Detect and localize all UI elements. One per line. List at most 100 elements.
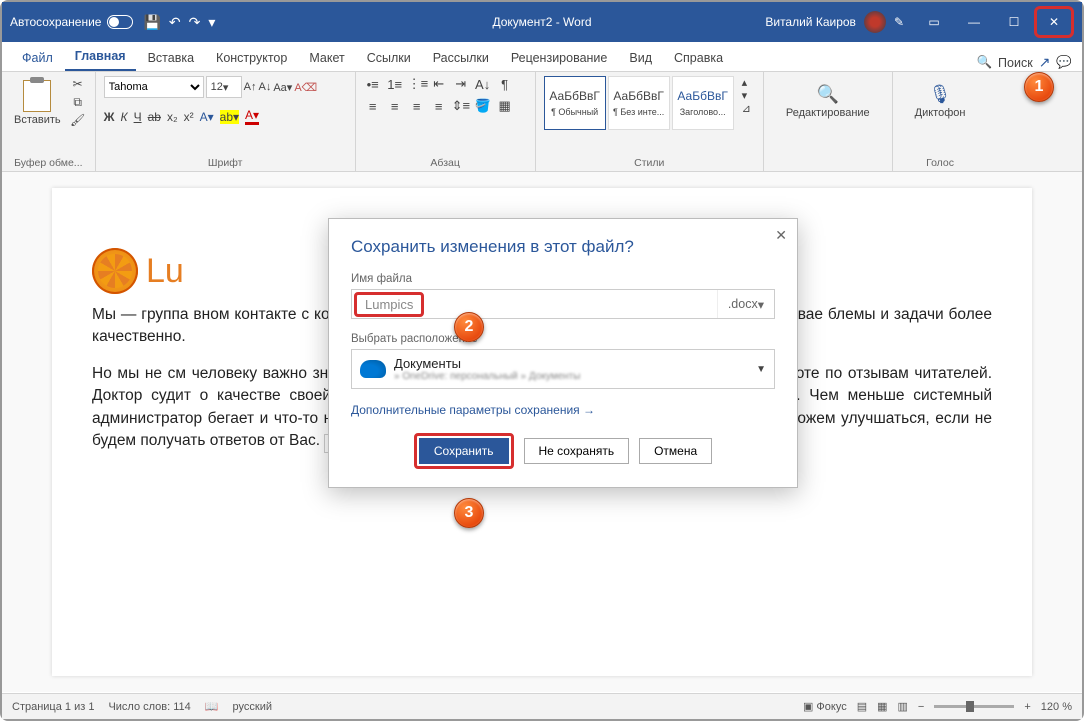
font-color-icon[interactable]: A▾ [245, 108, 259, 125]
styles-more-icon[interactable]: ⊿ [742, 102, 751, 115]
file-ext-select[interactable]: .docx ▾ [717, 290, 774, 318]
font-size-select[interactable]: 12 ▾ [206, 76, 242, 98]
zoom-in-icon[interactable]: + [1024, 701, 1030, 713]
zoom-out-icon[interactable]: − [918, 701, 924, 713]
share-icon[interactable]: ↗ [1039, 54, 1051, 71]
align-left-icon[interactable]: ≡ [364, 99, 382, 114]
highlight-icon[interactable]: ab▾ [220, 110, 239, 124]
tab-references[interactable]: Ссылки [357, 45, 421, 71]
view-read-icon[interactable]: ▦ [877, 700, 887, 713]
zoom-value[interactable]: 120 % [1041, 701, 1072, 713]
voice-label[interactable]: Диктофон [915, 107, 966, 119]
change-case-icon[interactable]: Aa▾ [273, 81, 292, 94]
quick-access-toolbar: 💾 ↶ ↷ ▾ [143, 14, 215, 31]
tab-review[interactable]: Рецензирование [501, 45, 618, 71]
subscript-button[interactable]: x₂ [167, 110, 178, 124]
filename-input[interactable]: Lumpics [365, 297, 413, 312]
more-options-link[interactable]: Дополнительные параметры сохранения → [351, 403, 595, 417]
align-center-icon[interactable]: ≡ [386, 99, 404, 114]
superscript-button[interactable]: x² [184, 110, 194, 124]
focus-mode[interactable]: ▣ Фокус [803, 700, 847, 713]
style-no-spacing[interactable]: АаБбВвГ ¶ Без инте... [608, 76, 670, 130]
qat-customize-icon[interactable]: ▾ [208, 14, 215, 31]
tab-file[interactable]: Файл [12, 45, 63, 71]
close-button[interactable]: ✕ [1034, 6, 1074, 38]
tab-mailings[interactable]: Рассылки [423, 45, 499, 71]
word-count[interactable]: Число слов: 114 [108, 701, 190, 713]
tab-home[interactable]: Главная [65, 43, 136, 71]
view-print-icon[interactable]: ▤ [857, 700, 867, 713]
paste-label: Вставить [14, 114, 61, 126]
font-name-select[interactable]: Tahoma [104, 76, 204, 98]
strike-button[interactable]: ab [148, 110, 161, 124]
user-area[interactable]: Виталий Каиров ✎ [765, 11, 904, 33]
tab-insert[interactable]: Вставка [138, 45, 204, 71]
grow-font-icon[interactable]: A↑ [244, 81, 257, 93]
spellcheck-icon[interactable]: 📖 [205, 700, 219, 713]
style-heading1[interactable]: АаБбВвГ Заголово... [672, 76, 734, 130]
maximize-button[interactable]: ☐ [994, 6, 1034, 38]
dialog-buttons: Сохранить Не сохранять Отмена [351, 433, 775, 469]
minimize-button[interactable]: — [954, 6, 994, 38]
find-icon[interactable]: 🔍 [817, 84, 839, 105]
search-label[interactable]: Поиск [998, 56, 1033, 70]
ribbon-mode-icon[interactable]: ▭ [914, 6, 954, 38]
coming-soon-icon[interactable]: ✎ [894, 15, 904, 29]
document-title: Документ2 - Word [492, 15, 591, 29]
borders-icon[interactable]: ▦ [496, 98, 514, 114]
tab-design[interactable]: Конструктор [206, 45, 297, 71]
page-indicator[interactable]: Страница 1 из 1 [12, 701, 94, 713]
avatar[interactable] [864, 11, 886, 33]
title-bar: Автосохранение 💾 ↶ ↷ ▾ Документ2 - Word … [2, 2, 1082, 42]
bullets-icon[interactable]: •≡ [364, 77, 382, 92]
cancel-button[interactable]: Отмена [639, 438, 712, 464]
comments-icon[interactable]: 💬 [1056, 55, 1072, 70]
style-normal[interactable]: АаБбВвГ ¶ Обычный [544, 76, 606, 130]
styles-down-icon[interactable]: ▾ [742, 89, 751, 102]
sort-icon[interactable]: A↓ [474, 77, 492, 92]
dialog-close-button[interactable]: ✕ [775, 227, 787, 244]
clipboard-label: Буфер обме... [10, 155, 87, 169]
bold-button[interactable]: Ж [104, 110, 115, 124]
cut-icon[interactable]: ✂ [69, 76, 87, 92]
language-indicator[interactable]: русский [233, 701, 272, 713]
tab-view[interactable]: Вид [619, 45, 662, 71]
save-icon[interactable]: 💾 [143, 14, 160, 31]
decrease-indent-icon[interactable]: ⇤ [430, 76, 448, 92]
multilevel-icon[interactable]: ⋮≡ [408, 76, 426, 92]
dont-save-button[interactable]: Не сохранять [524, 438, 630, 464]
increase-indent-icon[interactable]: ⇥ [452, 76, 470, 92]
copy-icon[interactable]: ⧉ [69, 94, 87, 110]
align-right-icon[interactable]: ≡ [408, 99, 426, 114]
numbering-icon[interactable]: 1≡ [386, 77, 404, 92]
italic-button[interactable]: К [121, 110, 128, 124]
line-spacing-icon[interactable]: ⇕≡ [452, 98, 470, 114]
view-web-icon[interactable]: ▥ [898, 700, 908, 713]
redo-icon[interactable]: ↷ [189, 14, 201, 31]
text-effects-icon[interactable]: A▾ [200, 110, 214, 124]
undo-icon[interactable]: ↶ [169, 14, 181, 31]
location-label: Выбрать расположение [351, 333, 775, 345]
zoom-slider[interactable] [934, 705, 1014, 708]
filename-row[interactable]: Lumpics .docx ▾ [351, 289, 775, 319]
underline-button[interactable]: Ч [134, 110, 142, 124]
save-button[interactable]: Сохранить [419, 438, 509, 464]
mic-icon[interactable]: 🎙 [929, 84, 952, 105]
location-select[interactable]: Документы » OneDrive: персональный » Док… [351, 349, 775, 389]
shrink-font-icon[interactable]: A↓ [258, 81, 271, 93]
ribbon: Вставить ✂ ⧉ 🖌 Буфер обме... Tahoma 12 ▾… [2, 72, 1082, 172]
show-marks-icon[interactable]: ¶ [496, 77, 514, 92]
format-painter-icon[interactable]: 🖌 [69, 112, 87, 128]
search-icon[interactable]: 🔍 [976, 55, 992, 70]
tab-layout[interactable]: Макет [299, 45, 354, 71]
justify-icon[interactable]: ≡ [430, 99, 448, 114]
shading-icon[interactable]: 🪣 [474, 98, 492, 114]
location-main: Документы [394, 356, 580, 371]
clear-format-icon[interactable]: A⌫ [294, 81, 317, 94]
toggle-off-icon[interactable] [107, 15, 133, 29]
editing-label[interactable]: Редактирование [786, 107, 870, 119]
styles-up-icon[interactable]: ▴ [742, 76, 751, 89]
autosave-toggle[interactable]: Автосохранение [10, 15, 133, 29]
paste-button[interactable]: Вставить [10, 76, 65, 130]
tab-help[interactable]: Справка [664, 45, 733, 71]
